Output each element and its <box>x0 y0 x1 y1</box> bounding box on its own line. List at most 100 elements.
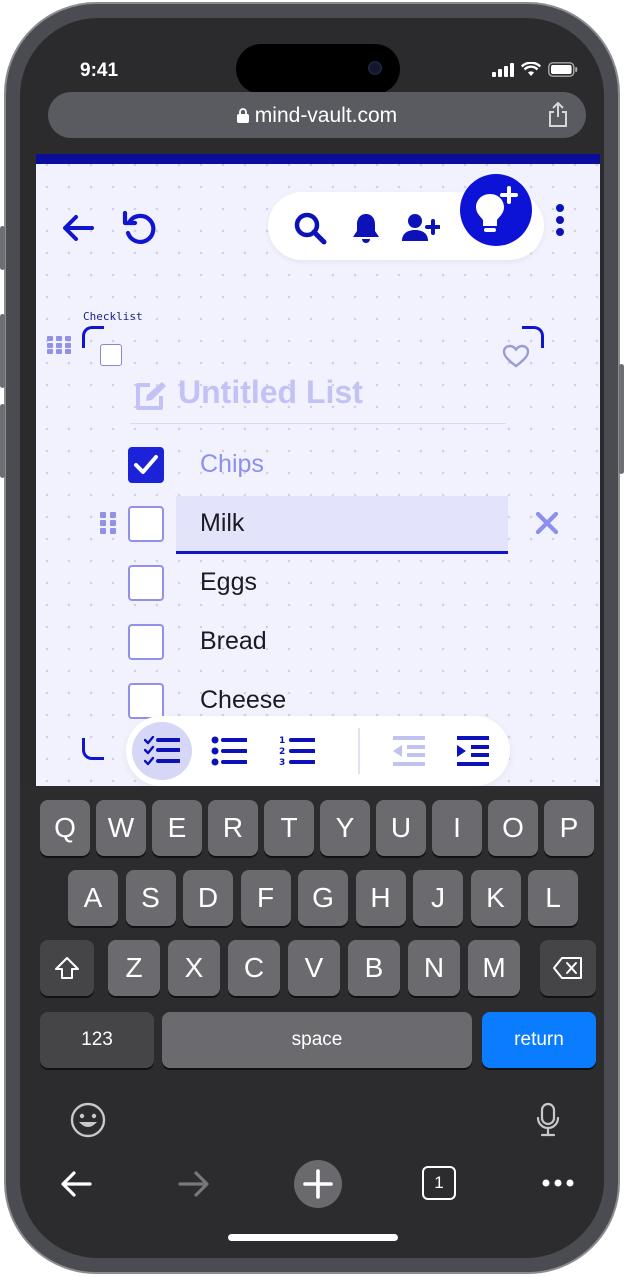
numbered-list-button[interactable]: 123 <box>276 730 318 772</box>
key-e[interactable]: E <box>152 800 202 856</box>
new-idea-button[interactable] <box>460 174 532 246</box>
battery-icon <box>548 62 578 77</box>
item-text[interactable]: Cheese <box>200 686 286 715</box>
microphone-icon <box>536 1102 560 1137</box>
item-checkbox[interactable] <box>128 624 164 660</box>
svg-text:3: 3 <box>279 758 285 767</box>
new-tab-button[interactable] <box>294 1160 342 1208</box>
item-checkbox[interactable] <box>128 506 164 542</box>
key-i[interactable]: I <box>432 800 482 856</box>
space-key[interactable]: space <box>162 1012 472 1068</box>
key-q[interactable]: Q <box>40 800 90 856</box>
key-n[interactable]: N <box>408 940 460 996</box>
status-time: 9:41 <box>80 60 119 81</box>
item-checkbox[interactable] <box>128 565 164 601</box>
card-drag-handle[interactable] <box>46 334 72 356</box>
key-t[interactable]: T <box>264 800 314 856</box>
browser-menu-button[interactable] <box>538 1168 578 1198</box>
key-x[interactable]: X <box>168 940 220 996</box>
key-m[interactable]: M <box>468 940 520 996</box>
volume-up-button <box>0 314 5 388</box>
share-icon[interactable] <box>548 102 568 128</box>
key-p[interactable]: P <box>544 800 594 856</box>
silent-switch <box>0 226 5 270</box>
bullet-list-icon <box>211 736 247 766</box>
search-button[interactable] <box>290 208 330 248</box>
favorite-button[interactable] <box>500 342 532 370</box>
volume-down-button <box>0 404 5 478</box>
item-text[interactable]: Eggs <box>200 568 257 597</box>
item-text[interactable]: Milk <box>200 509 244 538</box>
refresh-button[interactable] <box>118 206 162 250</box>
key-v[interactable]: V <box>288 940 340 996</box>
add-user-icon <box>402 214 440 241</box>
delete-item-button[interactable] <box>532 508 562 538</box>
more-menu-button[interactable] <box>554 204 566 244</box>
return-key[interactable]: return <box>482 1012 596 1068</box>
title-placeholder: Untitled List <box>178 374 363 410</box>
browser-forward-button[interactable] <box>174 1164 214 1204</box>
key-o[interactable]: O <box>488 800 538 856</box>
key-l[interactable]: L <box>528 870 578 926</box>
key-r[interactable]: R <box>208 800 258 856</box>
notifications-button[interactable] <box>346 208 386 248</box>
svg-text:2: 2 <box>279 747 285 757</box>
emoji-button[interactable] <box>68 1100 108 1140</box>
key-s[interactable]: S <box>125 870 176 926</box>
title-input[interactable]: Untitled List <box>130 370 506 424</box>
edit-icon <box>136 382 166 410</box>
item-text[interactable]: Chips <box>200 450 264 479</box>
signal-icon <box>492 62 514 77</box>
more-vertical-icon <box>556 204 564 212</box>
key-k[interactable]: K <box>470 870 521 926</box>
tabs-button[interactable]: 1 <box>420 1163 458 1203</box>
browser-toolbar: 1 <box>20 1148 604 1258</box>
address-bar[interactable]: mind-vault.com <box>48 92 586 138</box>
checklist-icon <box>144 736 180 766</box>
backspace-key[interactable] <box>540 940 596 996</box>
list-item: Chips <box>128 439 568 489</box>
wifi-icon <box>521 62 541 76</box>
key-a[interactable]: A <box>68 870 118 926</box>
tabs-icon: 1 <box>422 1166 456 1200</box>
item-checkbox[interactable] <box>128 683 164 719</box>
svg-text:1: 1 <box>279 736 285 746</box>
back-arrow-icon <box>63 215 94 241</box>
toolbar-divider <box>358 728 360 774</box>
key-h[interactable]: H <box>355 870 406 926</box>
bell-icon <box>353 214 379 243</box>
back-button[interactable] <box>58 208 98 248</box>
close-icon <box>535 511 559 535</box>
key-z[interactable]: Z <box>108 940 160 996</box>
bullet-list-button[interactable] <box>208 730 250 772</box>
key-g[interactable]: G <box>298 870 348 926</box>
refresh-icon <box>122 210 156 244</box>
key-w[interactable]: W <box>96 800 146 856</box>
add-user-button[interactable] <box>400 208 442 248</box>
shift-icon <box>55 957 79 979</box>
numbers-key[interactable]: 123 <box>40 1012 154 1068</box>
card-select-checkbox[interactable] <box>100 344 122 366</box>
key-c[interactable]: C <box>228 940 280 996</box>
card-type-label: Checklist <box>83 310 143 323</box>
indent-button[interactable] <box>452 730 494 772</box>
dictation-button[interactable] <box>530 1100 566 1140</box>
item-checkbox[interactable] <box>128 447 164 483</box>
key-y[interactable]: Y <box>320 800 370 856</box>
lightbulb-plus-icon <box>476 186 518 232</box>
shift-key[interactable] <box>40 940 94 996</box>
plus-icon <box>303 1169 333 1199</box>
drag-handle-icon[interactable] <box>100 512 116 534</box>
backspace-icon <box>553 957 582 979</box>
status-bar: 9:41 <box>20 18 604 98</box>
item-text[interactable]: Bread <box>200 627 267 656</box>
browser-back-button[interactable] <box>56 1164 96 1204</box>
key-u[interactable]: U <box>376 800 426 856</box>
key-j[interactable]: J <box>413 870 463 926</box>
key-d[interactable]: D <box>183 870 233 926</box>
key-f[interactable]: F <box>240 870 291 926</box>
phone-frame: 9:41 mind-vault.com Checklist Untitled L… <box>0 2 624 1274</box>
outdent-button[interactable] <box>388 730 430 772</box>
key-b[interactable]: B <box>348 940 400 996</box>
checklist-format-button[interactable] <box>132 722 192 780</box>
